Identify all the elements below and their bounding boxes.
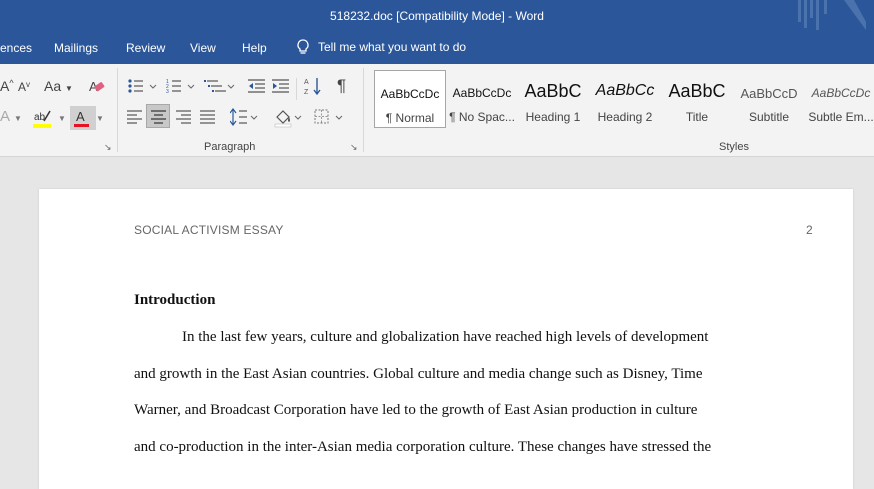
- svg-text:3: 3: [166, 89, 169, 94]
- align-right-icon[interactable]: [176, 110, 192, 124]
- change-case-label: Aa: [44, 78, 62, 94]
- window-title: 518232.doc [Compatibility Mode] - Word: [330, 9, 544, 23]
- running-header: SOCIAL ACTIVISM ESSAY: [134, 223, 284, 237]
- multilevel-list-icon[interactable]: [204, 78, 236, 94]
- body-line: Warner, and Broadcast Corporation have l…: [134, 402, 698, 418]
- shading-icon[interactable]: [274, 108, 304, 128]
- title-bar: 518232.doc [Compatibility Mode] - Word: [0, 0, 874, 34]
- lightbulb-icon: [297, 39, 309, 54]
- style-heading-2-preview: AaBbCc: [595, 82, 655, 99]
- body-line: and growth in the East Asian countries. …: [134, 366, 703, 382]
- ribbon-tabs: ences Mailings Review View Help Tell me …: [0, 34, 874, 64]
- borders-icon[interactable]: [314, 108, 346, 126]
- increase-indent-icon[interactable]: [272, 78, 290, 94]
- document-canvas: SOCIAL ACTIVISM ESSAY 2 Introduction In …: [0, 157, 874, 489]
- style-no-spacing-name: ¶ No Spac...: [449, 110, 515, 124]
- tab-view[interactable]: View: [190, 41, 216, 55]
- justify-icon[interactable]: [200, 110, 216, 124]
- style-subtitle-name: Subtitle: [748, 110, 790, 124]
- font-color-dropdown-icon[interactable]: ▼: [96, 114, 104, 123]
- page-number: 2: [806, 223, 813, 237]
- bullets-icon[interactable]: [128, 78, 158, 94]
- styles-group-label: Styles: [719, 141, 749, 153]
- shrink-font-button[interactable]: Av: [18, 80, 30, 94]
- style-normal-name: ¶ Normal: [385, 111, 435, 125]
- svg-text:A: A: [76, 109, 85, 124]
- text-effects-icon[interactable]: A: [0, 108, 10, 125]
- style-subtle-emphasis[interactable]: AaBbCcDc Subtle Em...: [808, 70, 874, 128]
- styles-gallery: AaBbCcDc ¶ Normal AaBbCcDc ¶ No Spac... …: [372, 70, 874, 132]
- ribbon: A^ Av Aa ▼ A A ▼ ab ▼ A ▼ ↘ 123 A Z ¶ Pa…: [0, 64, 874, 157]
- style-normal-preview: AaBbCcDc: [380, 87, 440, 101]
- svg-text:A: A: [304, 79, 309, 86]
- tab-help[interactable]: Help: [242, 41, 267, 55]
- change-case-button[interactable]: Aa ▼: [44, 78, 73, 94]
- sort-icon[interactable]: A Z: [304, 76, 322, 96]
- svg-text:ab: ab: [34, 112, 46, 123]
- section-heading: Introduction: [134, 292, 216, 308]
- font-color-icon[interactable]: A: [70, 106, 96, 130]
- align-center-button[interactable]: [146, 104, 170, 128]
- style-subtitle-preview: AaBbCcD: [740, 86, 798, 101]
- style-title-name: Title: [685, 110, 709, 124]
- paragraph-dialog-launcher-icon[interactable]: ↘: [350, 142, 358, 153]
- title-bar-pattern-icon: [798, 0, 866, 30]
- body-line: In the last few years, culture and globa…: [182, 329, 709, 345]
- style-heading-2-name: Heading 2: [597, 110, 653, 124]
- style-heading-1-name: Heading 1: [525, 110, 581, 124]
- separator: [296, 78, 297, 100]
- highlight-dropdown-icon[interactable]: ▼: [58, 114, 66, 123]
- grow-font-label: A: [0, 78, 10, 94]
- body-line: and co-production in the inter-Asian med…: [134, 439, 712, 455]
- align-left-icon[interactable]: [127, 110, 143, 124]
- style-subtle-emphasis-preview: AaBbCcDc: [811, 86, 871, 100]
- style-title-preview: AaBbC: [668, 81, 726, 101]
- decrease-indent-icon[interactable]: [248, 78, 266, 94]
- svg-text:Z: Z: [304, 89, 309, 96]
- line-spacing-icon[interactable]: [230, 108, 260, 126]
- style-subtle-emphasis-name: Subtle Em...: [808, 110, 874, 124]
- tell-me-text: Tell me what you want to do: [318, 40, 467, 54]
- font-dialog-launcher-icon[interactable]: ↘: [104, 142, 112, 153]
- style-no-spacing-preview: AaBbCcDc: [452, 86, 512, 100]
- numbering-icon[interactable]: 123: [166, 78, 196, 94]
- align-center-icon: [151, 110, 166, 124]
- style-heading-1-preview: AaBbC: [524, 81, 582, 101]
- tab-references[interactable]: ences: [0, 41, 32, 55]
- style-title[interactable]: AaBbC Title: [662, 70, 732, 128]
- text-effects-dropdown-icon[interactable]: ▼: [14, 114, 22, 123]
- style-normal[interactable]: AaBbCcDc ¶ Normal: [374, 70, 446, 128]
- style-heading-1[interactable]: AaBbC Heading 1: [518, 70, 588, 128]
- show-formatting-icon[interactable]: ¶: [337, 76, 346, 96]
- document-page[interactable]: SOCIAL ACTIVISM ESSAY 2 Introduction In …: [39, 189, 853, 489]
- separator: [363, 68, 364, 152]
- tell-me-box[interactable]: Tell me what you want to do: [296, 39, 466, 55]
- style-heading-2[interactable]: AaBbCc Heading 2: [592, 70, 658, 128]
- highlight-color-icon[interactable]: ab: [32, 108, 54, 130]
- shrink-font-label: A: [18, 80, 27, 94]
- tab-review[interactable]: Review: [126, 41, 165, 55]
- clear-formatting-icon[interactable]: A: [88, 78, 106, 96]
- tab-mailings[interactable]: Mailings: [54, 41, 98, 55]
- style-subtitle[interactable]: AaBbCcD Subtitle: [734, 70, 804, 128]
- grow-font-button[interactable]: A^: [0, 78, 14, 94]
- style-no-spacing[interactable]: AaBbCcDc ¶ No Spac...: [448, 70, 516, 128]
- separator: [117, 68, 118, 152]
- paragraph-group-label: Paragraph: [204, 141, 256, 153]
